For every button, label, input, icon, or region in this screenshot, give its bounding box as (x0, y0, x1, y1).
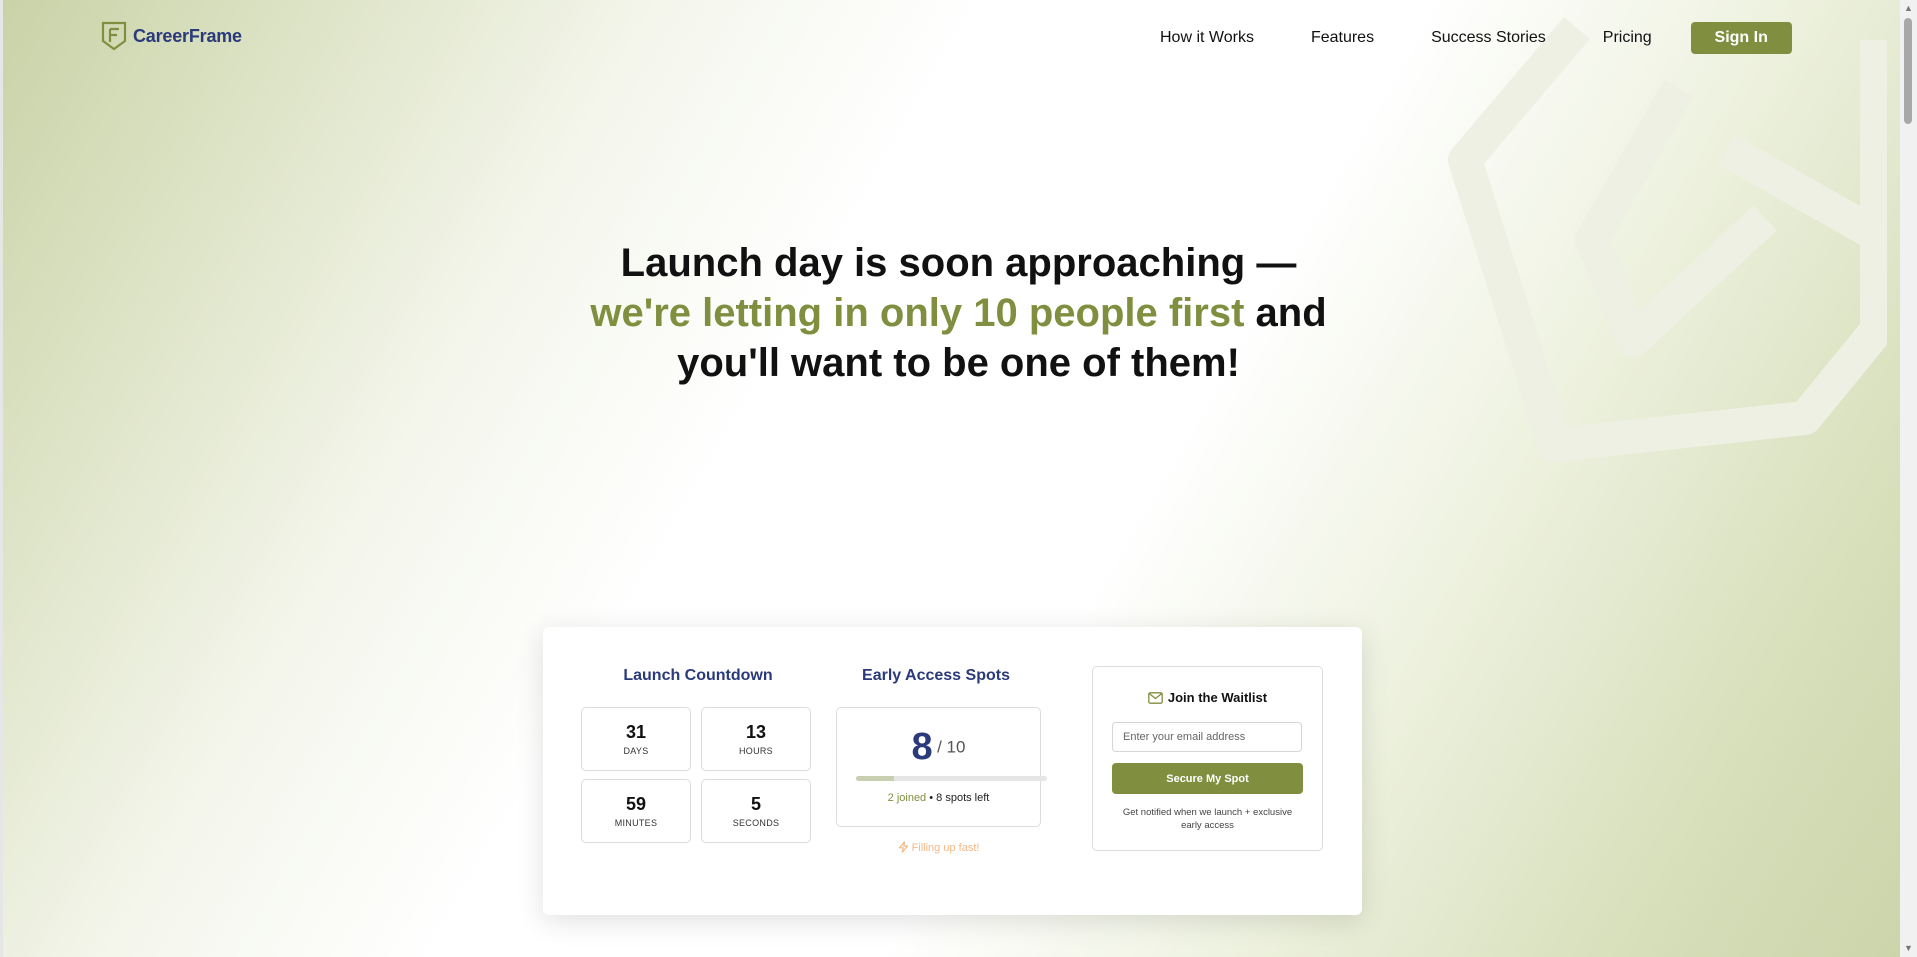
spots-counter: 8 / 10 2 joined • 8 spots left (836, 707, 1047, 827)
shield-f-logo-icon (101, 21, 127, 51)
background-logo-watermark (1448, 17, 1887, 462)
scroll-down-arrow-icon[interactable]: ▼ (1900, 940, 1917, 957)
spots-separator: • (926, 792, 937, 804)
countdown-hours: 13 HOURS (701, 707, 811, 771)
waitlist-panel: Join the Waitlist Secure My Spot Get not… (1092, 666, 1323, 851)
mail-icon (1148, 692, 1163, 704)
spots-joined: 2 joined (887, 792, 927, 804)
countdown-minutes: 59 MINUTES (581, 779, 691, 843)
filling-text: Filling up fast! (911, 842, 980, 854)
spots-status: 2 joined • 8 spots left (837, 792, 1040, 804)
countdown-seconds-value: 5 (750, 794, 761, 814)
countdown-title: Launch Countdown (623, 667, 773, 684)
nav-how-it-works[interactable]: How it Works (1160, 22, 1254, 54)
spots-count-row: 8 / 10 (837, 726, 1040, 769)
spots-count: 8 (911, 726, 933, 768)
page-scrollbar[interactable]: ▲ ▼ (1900, 0, 1917, 957)
countdown-minutes-value: 59 (625, 794, 647, 814)
sign-in-button[interactable]: Sign In (1690, 22, 1792, 54)
hero-headline: Launch day is soon approaching — we're l… (0, 238, 1917, 388)
spots-title: Early Access Spots (862, 667, 1010, 684)
waitlist-title: Join the Waitlist (1167, 690, 1268, 705)
spots-left: 8 spots left (936, 792, 990, 804)
brand-name: CareerFrame (133, 25, 242, 46)
waitlist-title-row: Join the Waitlist (1093, 690, 1322, 705)
window-edge (0, 0, 3, 957)
nav-features[interactable]: Features (1311, 22, 1374, 54)
hero-line-1: Launch day is soon approaching — (620, 241, 1297, 285)
filling-notice: Filling up fast! (836, 841, 1041, 854)
nav-pricing[interactable]: Pricing (1603, 22, 1652, 54)
brand-logo[interactable]: CareerFrame (101, 21, 242, 51)
countdown-hours-label: HOURS (738, 746, 773, 756)
countdown-seconds: 5 SECONDS (701, 779, 811, 843)
countdown-hours-value: 13 (745, 722, 767, 742)
countdown-days-label: DAYS (623, 746, 649, 756)
scroll-up-arrow-icon[interactable]: ▲ (1900, 0, 1917, 17)
spots-progress-bar (856, 776, 1047, 781)
launch-card: Launch Countdown 31 DAYS 13 HOURS 59 MIN… (543, 627, 1362, 915)
email-input[interactable] (1112, 722, 1302, 752)
nav-success-stories[interactable]: Success Stories (1431, 22, 1546, 54)
spots-progress-fill (856, 776, 895, 781)
countdown-days: 31 DAYS (581, 707, 691, 771)
hero-accent-text: we're letting in only 10 people first (590, 291, 1245, 335)
countdown-seconds-label: SECONDS (732, 818, 780, 828)
top-navigation: How it Works Features Success Stories Pr… (1160, 22, 1792, 54)
hero-line-2-rest: and (1244, 291, 1327, 335)
countdown-minutes-label: MINUTES (614, 818, 658, 828)
spots-total: / 10 (937, 737, 966, 757)
scrollbar-thumb[interactable] (1904, 18, 1912, 124)
waitlist-note: Get notified when we launch + exclusive … (1122, 807, 1293, 831)
secure-my-spot-button[interactable]: Secure My Spot (1112, 763, 1303, 794)
hero-line-3: you'll want to be one of them! (677, 341, 1240, 385)
countdown-days-value: 31 (625, 722, 647, 742)
lightning-icon (898, 841, 908, 853)
